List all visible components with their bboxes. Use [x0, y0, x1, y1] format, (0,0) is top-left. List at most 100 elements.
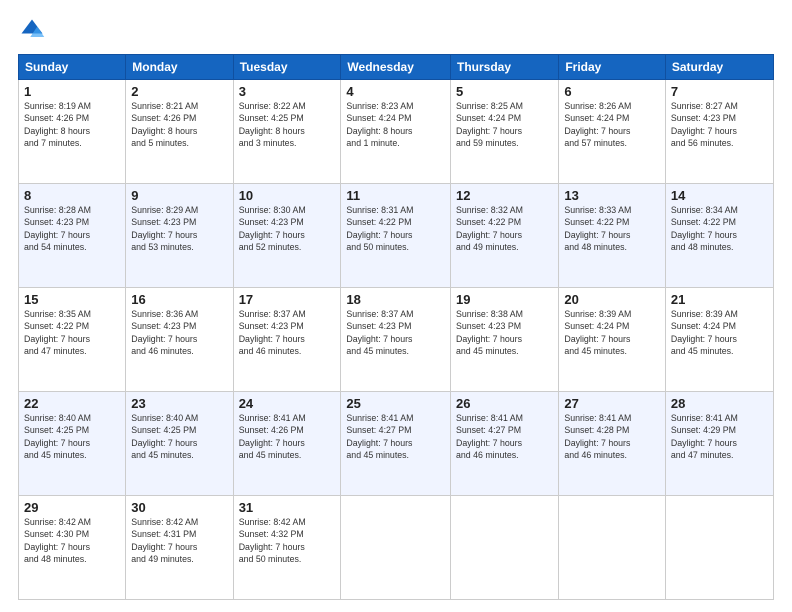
calendar-cell: 26Sunrise: 8:41 AMSunset: 4:27 PMDayligh… — [451, 392, 559, 496]
day-info: Sunrise: 8:36 AMSunset: 4:23 PMDaylight:… — [131, 308, 227, 357]
day-number: 27 — [564, 396, 660, 411]
week-row-4: 22 Sunrise: 8:40 AMSunset: 4:25 PMDayligh… — [19, 392, 774, 496]
day-number: 21 — [671, 292, 768, 307]
day-number: 12 — [456, 188, 553, 203]
calendar-cell: 20Sunrise: 8:39 AMSunset: 4:24 PMDayligh… — [559, 288, 666, 392]
day-number: 2 — [131, 84, 227, 99]
page: SundayMondayTuesdayWednesdayThursdayFrid… — [0, 0, 792, 612]
week-row-3: 15Sunrise: 8:35 AMSunset: 4:22 PMDayligh… — [19, 288, 774, 392]
day-number: 1 — [24, 84, 120, 99]
calendar-cell: 19Sunrise: 8:38 AMSunset: 4:23 PMDayligh… — [451, 288, 559, 392]
day-number: 25 — [346, 396, 445, 411]
day-info: Sunrise: 8:41 AMSunset: 4:26 PMDaylight:… — [239, 412, 336, 461]
day-info: Sunrise: 8:42 AMSunset: 4:31 PMDaylight:… — [131, 516, 227, 565]
calendar-cell: 11Sunrise: 8:31 AMSunset: 4:22 PMDayligh… — [341, 184, 451, 288]
day-number: 3 — [239, 84, 336, 99]
calendar-cell — [665, 496, 773, 600]
logo — [18, 16, 50, 44]
day-number: 7 — [671, 84, 768, 99]
day-info: Sunrise: 8:42 AMSunset: 4:30 PMDaylight:… — [24, 516, 120, 565]
day-info: Sunrise: 8:34 AMSunset: 4:22 PMDaylight:… — [671, 204, 768, 253]
calendar-cell: 6Sunrise: 8:26 AMSunset: 4:24 PMDaylight… — [559, 80, 666, 184]
day-info: Sunrise: 8:25 AMSunset: 4:24 PMDaylight:… — [456, 100, 553, 149]
calendar-cell: 30Sunrise: 8:42 AMSunset: 4:31 PMDayligh… — [126, 496, 233, 600]
calendar-cell — [559, 496, 666, 600]
day-number: 20 — [564, 292, 660, 307]
day-info: Sunrise: 8:33 AMSunset: 4:22 PMDaylight:… — [564, 204, 660, 253]
day-info: Sunrise: 8:39 AMSunset: 4:24 PMDaylight:… — [671, 308, 768, 357]
day-info: Sunrise: 8:41 AMSunset: 4:27 PMDaylight:… — [346, 412, 445, 461]
weekday-header-friday: Friday — [559, 55, 666, 80]
calendar-cell: 16Sunrise: 8:36 AMSunset: 4:23 PMDayligh… — [126, 288, 233, 392]
calendar-cell: 15Sunrise: 8:35 AMSunset: 4:22 PMDayligh… — [19, 288, 126, 392]
day-info: Sunrise: 8:37 AMSunset: 4:23 PMDaylight:… — [239, 308, 336, 357]
day-number: 16 — [131, 292, 227, 307]
day-number: 28 — [671, 396, 768, 411]
day-info: Sunrise: 8:32 AMSunset: 4:22 PMDaylight:… — [456, 204, 553, 253]
day-number: 30 — [131, 500, 227, 515]
day-info: Sunrise: 8:41 AMSunset: 4:29 PMDaylight:… — [671, 412, 768, 461]
day-number: 14 — [671, 188, 768, 203]
calendar-cell: 10Sunrise: 8:30 AMSunset: 4:23 PMDayligh… — [233, 184, 341, 288]
day-number: 22 — [24, 396, 120, 411]
day-info: Sunrise: 8:35 AMSunset: 4:22 PMDaylight:… — [24, 308, 120, 357]
day-number: 29 — [24, 500, 120, 515]
calendar-cell: 8Sunrise: 8:28 AMSunset: 4:23 PMDaylight… — [19, 184, 126, 288]
day-info: Sunrise: 8:37 AMSunset: 4:23 PMDaylight:… — [346, 308, 445, 357]
calendar-cell: 12Sunrise: 8:32 AMSunset: 4:22 PMDayligh… — [451, 184, 559, 288]
logo-icon — [18, 16, 46, 44]
day-number: 26 — [456, 396, 553, 411]
calendar-cell: 3Sunrise: 8:22 AMSunset: 4:25 PMDaylight… — [233, 80, 341, 184]
calendar-cell: 22Sunrise: 8:40 AMSunset: 4:25 PMDayligh… — [19, 392, 126, 496]
day-number: 8 — [24, 188, 120, 203]
day-info: Sunrise: 8:42 AMSunset: 4:32 PMDaylight:… — [239, 516, 336, 565]
calendar-cell: 23Sunrise: 8:40 AMSunset: 4:25 PMDayligh… — [126, 392, 233, 496]
week-row-1: 1Sunrise: 8:19 AMSunset: 4:26 PMDaylight… — [19, 80, 774, 184]
calendar-cell: 27Sunrise: 8:41 AMSunset: 4:28 PMDayligh… — [559, 392, 666, 496]
calendar-cell — [341, 496, 451, 600]
day-number: 23 — [131, 396, 227, 411]
day-info: Sunrise: 8:28 AMSunset: 4:23 PMDaylight:… — [24, 204, 120, 253]
weekday-header-row: SundayMondayTuesdayWednesdayThursdayFrid… — [19, 55, 774, 80]
weekday-header-wednesday: Wednesday — [341, 55, 451, 80]
week-row-5: 29Sunrise: 8:42 AMSunset: 4:30 PMDayligh… — [19, 496, 774, 600]
day-number: 11 — [346, 188, 445, 203]
weekday-header-thursday: Thursday — [451, 55, 559, 80]
day-number: 24 — [239, 396, 336, 411]
day-info: Sunrise: 8:41 AMSunset: 4:27 PMDaylight:… — [456, 412, 553, 461]
calendar-cell: 18Sunrise: 8:37 AMSunset: 4:23 PMDayligh… — [341, 288, 451, 392]
day-number: 18 — [346, 292, 445, 307]
calendar-cell: 7Sunrise: 8:27 AMSunset: 4:23 PMDaylight… — [665, 80, 773, 184]
calendar-cell: 14Sunrise: 8:34 AMSunset: 4:22 PMDayligh… — [665, 184, 773, 288]
day-info: Sunrise: 8:41 AMSunset: 4:28 PMDaylight:… — [564, 412, 660, 461]
calendar-cell: 9Sunrise: 8:29 AMSunset: 4:23 PMDaylight… — [126, 184, 233, 288]
day-number: 6 — [564, 84, 660, 99]
day-info: Sunrise: 8:40 AMSunset: 4:25 PMDaylight:… — [131, 412, 227, 461]
day-number: 15 — [24, 292, 120, 307]
day-info: Sunrise: 8:27 AMSunset: 4:23 PMDaylight:… — [671, 100, 768, 149]
day-info: Sunrise: 8:30 AMSunset: 4:23 PMDaylight:… — [239, 204, 336, 253]
calendar-cell — [451, 496, 559, 600]
calendar-cell: 29Sunrise: 8:42 AMSunset: 4:30 PMDayligh… — [19, 496, 126, 600]
weekday-header-sunday: Sunday — [19, 55, 126, 80]
day-info: Sunrise: 8:22 AMSunset: 4:25 PMDaylight:… — [239, 100, 336, 149]
day-number: 17 — [239, 292, 336, 307]
calendar-cell: 25Sunrise: 8:41 AMSunset: 4:27 PMDayligh… — [341, 392, 451, 496]
day-number: 10 — [239, 188, 336, 203]
day-info: Sunrise: 8:39 AMSunset: 4:24 PMDaylight:… — [564, 308, 660, 357]
day-number: 31 — [239, 500, 336, 515]
calendar-cell: 2Sunrise: 8:21 AMSunset: 4:26 PMDaylight… — [126, 80, 233, 184]
calendar-cell: 31Sunrise: 8:42 AMSunset: 4:32 PMDayligh… — [233, 496, 341, 600]
week-row-2: 8Sunrise: 8:28 AMSunset: 4:23 PMDaylight… — [19, 184, 774, 288]
calendar-cell: 24Sunrise: 8:41 AMSunset: 4:26 PMDayligh… — [233, 392, 341, 496]
day-info: Sunrise: 8:31 AMSunset: 4:22 PMDaylight:… — [346, 204, 445, 253]
day-number: 9 — [131, 188, 227, 203]
weekday-header-tuesday: Tuesday — [233, 55, 341, 80]
day-info: Sunrise: 8:23 AMSunset: 4:24 PMDaylight:… — [346, 100, 445, 149]
day-number: 19 — [456, 292, 553, 307]
calendar-cell: 17Sunrise: 8:37 AMSunset: 4:23 PMDayligh… — [233, 288, 341, 392]
calendar-cell: 13Sunrise: 8:33 AMSunset: 4:22 PMDayligh… — [559, 184, 666, 288]
calendar-cell: 21Sunrise: 8:39 AMSunset: 4:24 PMDayligh… — [665, 288, 773, 392]
day-number: 13 — [564, 188, 660, 203]
day-number: 5 — [456, 84, 553, 99]
